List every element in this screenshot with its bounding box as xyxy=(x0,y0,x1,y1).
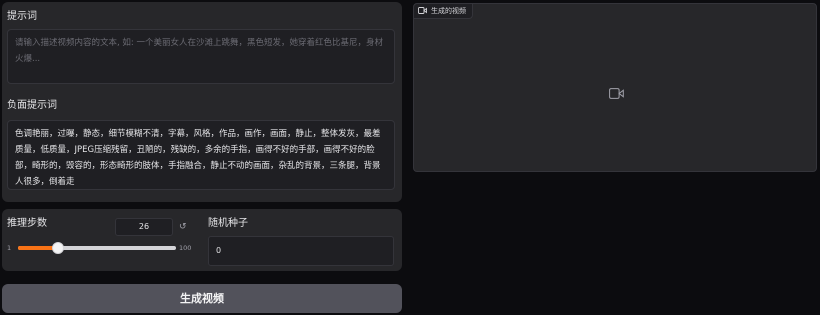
steps-slider-track[interactable] xyxy=(18,242,176,254)
steps-max-label: 100 xyxy=(179,244,192,252)
seed-label: 随机种子 xyxy=(208,218,248,229)
prompt-label: 提示词 xyxy=(7,11,37,22)
steps-slider-thumb[interactable] xyxy=(51,242,64,254)
steps-label: 推理步数 xyxy=(7,218,47,229)
steps-number-input[interactable]: 26 xyxy=(115,218,173,236)
steps-min-label: 1 xyxy=(7,244,12,252)
video-camera-icon xyxy=(418,6,427,16)
prompt-panel: 提示词 请输入描述视频内容的文本, 如: 一个美丽女人在沙滩上跳舞，黑色短发，她… xyxy=(2,2,402,202)
negative-prompt-label: 负面提示词 xyxy=(7,100,57,111)
reset-icon[interactable]: ↺ xyxy=(179,221,187,233)
settings-panel: 推理步数 26 ↺ 1 100 随机种子 0 xyxy=(2,209,402,271)
prompt-input[interactable]: 请输入描述视频内容的文本, 如: 一个美丽女人在沙滩上跳舞，黑色短发，她穿着红色… xyxy=(7,29,395,84)
output-video-tag: 生成的视频 xyxy=(414,4,473,19)
output-video-label: 生成的视频 xyxy=(431,7,466,15)
generate-video-button[interactable]: 生成视频 xyxy=(2,284,402,313)
output-video-panel: 生成的视频 xyxy=(413,3,817,172)
negative-prompt-input[interactable]: 色调艳丽，过曝，静态，细节模糊不清，字幕，风格，作品，画作，画面，静止，整体发灰… xyxy=(7,120,395,190)
seed-input[interactable]: 0 xyxy=(208,236,394,266)
video-placeholder-icon xyxy=(609,84,624,103)
